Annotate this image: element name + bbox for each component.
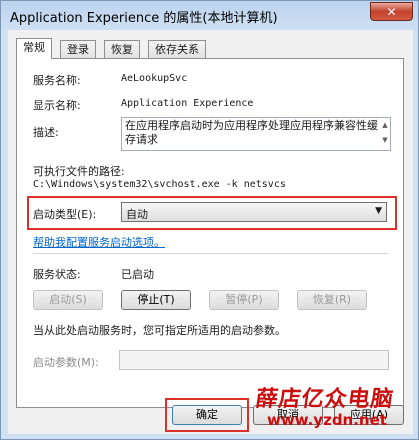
tab-logon[interactable]: 登录 bbox=[60, 40, 96, 58]
tab-general[interactable]: 常规 bbox=[16, 38, 52, 59]
chevron-down-icon: ▼ bbox=[375, 206, 382, 216]
start-params-label: 启动参数(M): bbox=[33, 356, 99, 369]
description-scrollbar[interactable]: ▲ ▼ bbox=[380, 118, 390, 150]
tab-dependencies[interactable]: 依存关系 bbox=[148, 40, 206, 58]
service-name-label: 服务名称: bbox=[33, 74, 81, 87]
path-label: 可执行文件的路径: bbox=[33, 165, 125, 178]
window-title: Application Experience 的属性(本地计算机) bbox=[10, 11, 278, 26]
close-icon: ✕ bbox=[386, 5, 397, 19]
title-bar[interactable]: Application Experience 的属性(本地计算机) ✕ bbox=[1, 1, 418, 31]
display-name-value: Application Experience bbox=[121, 98, 254, 109]
path-value: C:\Windows\system32\svchost.exe -k netsv… bbox=[33, 179, 286, 190]
watermark-brand: 薛店亿众电脑 bbox=[253, 386, 396, 412]
start-params-hint: 当从此处启动服务时，您可指定所适用的启动参数。 bbox=[33, 324, 286, 337]
general-panel: 服务名称: AeLookupSvc 显示名称: Application Expe… bbox=[16, 58, 404, 408]
description-box[interactable]: 在应用程序启动时为应用程序处理应用程序兼容性缓存请求 ▲ ▼ bbox=[121, 117, 391, 151]
start-params-input[interactable] bbox=[119, 350, 389, 370]
ok-button[interactable]: 确定 bbox=[172, 405, 242, 425]
startup-type-select[interactable]: 自动 ▼ bbox=[121, 202, 387, 222]
status-value: 已启动 bbox=[121, 268, 154, 281]
service-name-value: AeLookupSvc bbox=[121, 73, 188, 84]
tab-recovery[interactable]: 恢复 bbox=[104, 40, 140, 58]
startup-type-value: 自动 bbox=[126, 208, 148, 221]
pause-button[interactable]: 暂停(P) bbox=[209, 290, 279, 310]
description-text: 在应用程序启动时为应用程序处理应用程序兼容性缓存请求 bbox=[125, 119, 378, 146]
status-label: 服务状态: bbox=[33, 268, 81, 281]
properties-window: Application Experience 的属性(本地计算机) ✕ 常规 登… bbox=[0, 0, 419, 440]
startup-type-label: 启动类型(E): bbox=[33, 208, 97, 221]
description-label: 描述: bbox=[33, 126, 59, 139]
resume-button[interactable]: 恢复(R) bbox=[297, 290, 367, 310]
display-name-label: 显示名称: bbox=[33, 99, 81, 112]
start-button[interactable]: 启动(S) bbox=[33, 290, 103, 310]
watermark-url: www.yzdn.net bbox=[267, 411, 387, 429]
help-link[interactable]: 帮助我配置服务启动选项。 bbox=[33, 234, 165, 250]
close-button[interactable]: ✕ bbox=[370, 2, 413, 21]
dialog-body: 常规 登录 恢复 依存关系 服务名称: AeLookupSvc 显示名称: Ap… bbox=[8, 30, 413, 434]
separator bbox=[33, 253, 389, 254]
stop-button[interactable]: 停止(T) bbox=[121, 290, 191, 310]
